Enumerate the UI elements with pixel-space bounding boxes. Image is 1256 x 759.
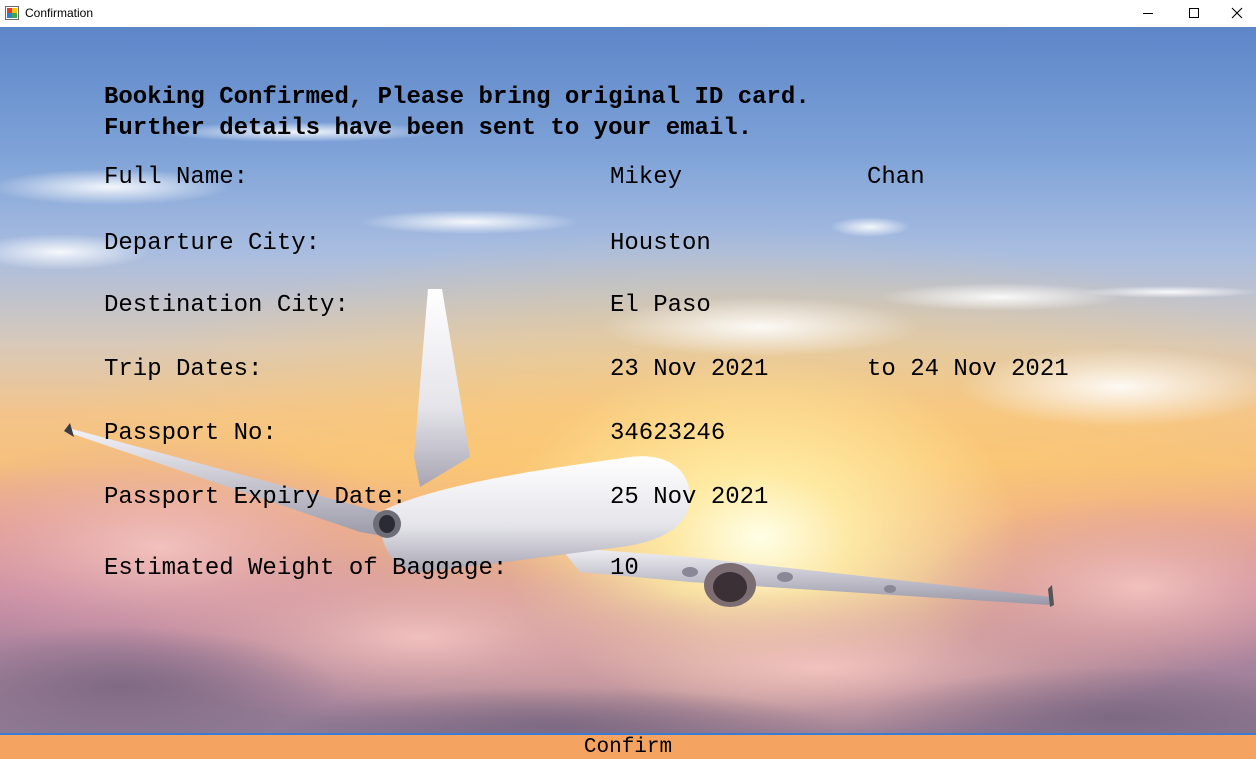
departure-city-value: Houston <box>610 230 711 257</box>
close-button[interactable] <box>1217 0 1256 26</box>
form-client-area: Booking Confirmed, Please bring original… <box>0 27 1256 733</box>
minimize-button[interactable] <box>1125 0 1171 26</box>
full-name-label: Full Name: <box>104 164 249 191</box>
baggage-weight-label: Estimated Weight of Baggage: <box>104 555 508 582</box>
passport-no-value: 34623246 <box>610 420 726 447</box>
destination-city-label: Destination City: <box>104 292 349 319</box>
last-name-value: Chan <box>867 164 925 191</box>
destination-city-value: El Paso <box>610 292 711 319</box>
baggage-weight-value: 10 <box>610 555 639 582</box>
minimize-icon <box>1143 13 1153 14</box>
passport-no-label: Passport No: <box>104 420 277 447</box>
passport-expiry-label: Passport Expiry Date: <box>104 484 407 511</box>
close-icon <box>1231 7 1242 19</box>
passport-expiry-value: 25 Nov 2021 <box>610 484 769 511</box>
maximize-icon <box>1189 8 1199 18</box>
confirm-button-label: Confirm <box>583 735 673 759</box>
confirmation-window: Confirmation Booking Confirmed, Please b… <box>0 0 1256 759</box>
title-bar: Confirmation <box>0 0 1256 27</box>
trip-dates-label: Trip Dates: <box>104 356 263 383</box>
maximize-button[interactable] <box>1171 0 1217 26</box>
trip-start-date-value: 23 Nov 2021 <box>610 356 769 383</box>
first-name-value: Mikey <box>610 164 683 191</box>
trip-end-date-value: to 24 Nov 2021 <box>867 356 1069 383</box>
window-title: Confirmation <box>25 6 94 20</box>
confirm-button[interactable]: Confirm <box>0 733 1256 759</box>
departure-city-label: Departure City: <box>104 230 321 257</box>
confirmation-headline: Booking Confirmed, Please bring original… <box>104 82 810 144</box>
headline-line-2: Further details have been sent to your e… <box>104 115 753 142</box>
app-icon <box>5 6 19 20</box>
headline-line-1: Booking Confirmed, Please bring original… <box>104 84 810 111</box>
